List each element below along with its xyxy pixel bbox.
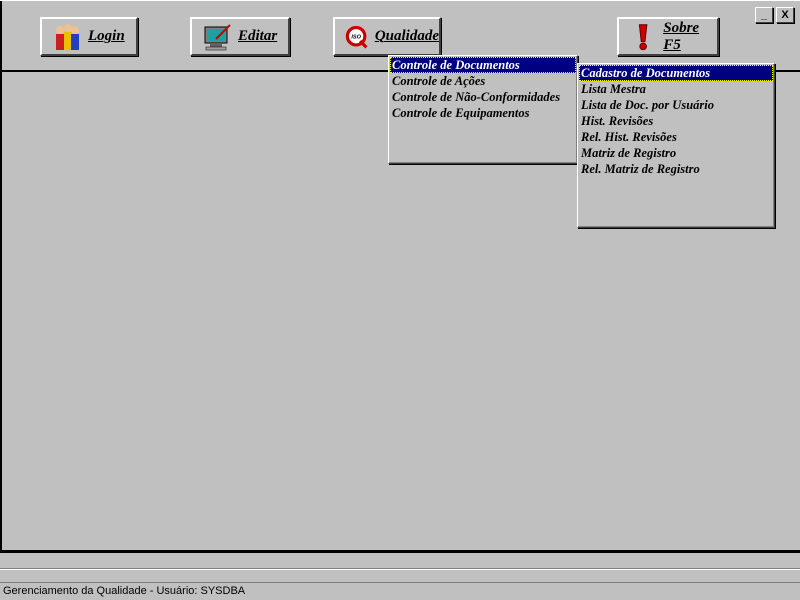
submenu-item-lista-mestra[interactable]: Lista Mestra [579, 81, 773, 97]
submenu-item-hist-revisoes[interactable]: Hist. Revisões [579, 113, 773, 129]
login-label: Login [88, 28, 125, 44]
menu-item-controle-equipamentos[interactable]: Controle de Equipamentos [390, 105, 576, 121]
menu-item-controle-documentos[interactable]: Controle de Documentos [390, 57, 576, 73]
quality-menu: Controle de Documentos Controle de Ações… [388, 55, 578, 164]
editar-button[interactable]: Editar [190, 17, 290, 56]
svg-text:ISO: ISO [351, 34, 361, 40]
login-button[interactable]: Login [40, 17, 138, 56]
submenu-item-matriz-registro[interactable]: Matriz de Registro [579, 145, 773, 161]
close-button[interactable]: X [776, 7, 794, 23]
sobre-button[interactable]: Sobre F5 [617, 17, 719, 56]
submenu-item-rel-matriz-registro[interactable]: Rel. Matriz de Registro [579, 161, 773, 177]
documents-submenu: Cadastro de Documentos Lista Mestra List… [577, 63, 775, 228]
monitor-edit-icon [204, 23, 231, 50]
status-text: Gerenciamento da Qualidade - Usuário: SY… [3, 585, 246, 597]
qualidade-button[interactable]: ISO Qualidade [333, 17, 441, 56]
qualidade-label: Qualidade [374, 28, 439, 44]
users-icon [56, 23, 79, 50]
submenu-item-rel-hist-revisoes[interactable]: Rel. Hist. Revisões [579, 129, 773, 145]
submenu-item-cadastro[interactable]: Cadastro de Documentos [579, 65, 773, 81]
divider-highlight [0, 569, 800, 570]
sobre-label: Sobre F5 [663, 19, 700, 53]
menu-item-controle-acoes[interactable]: Controle de Ações [390, 73, 576, 89]
minimize-button[interactable]: _ [755, 7, 773, 23]
iso-q-icon: ISO [345, 25, 368, 48]
submenu-item-lista-doc-usuario[interactable]: Lista de Doc. por Usuário [579, 97, 773, 113]
menu-item-controle-nao-conformidades[interactable]: Controle de Não-Conformidades [390, 89, 576, 105]
exclamation-icon [638, 23, 648, 50]
editar-label: Editar [238, 28, 278, 44]
divider-thick [0, 550, 800, 553]
status-bar: Gerenciamento da Qualidade - Usuário: SY… [0, 582, 800, 600]
